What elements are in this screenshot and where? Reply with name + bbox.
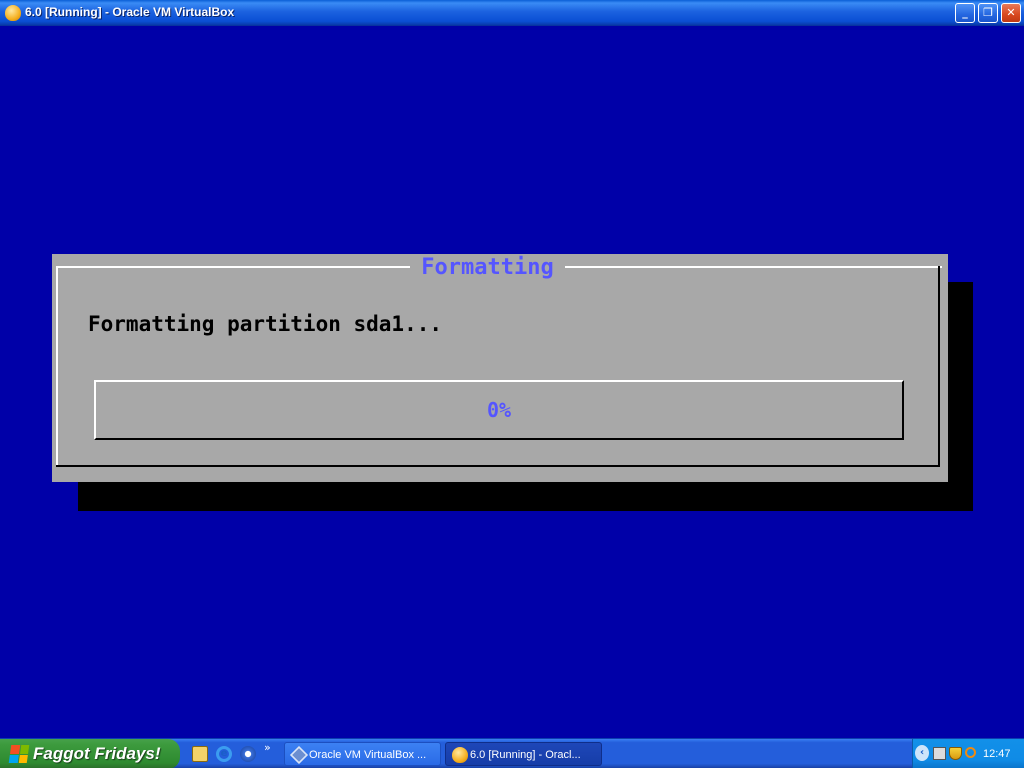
- close-button[interactable]: ✕: [1001, 3, 1021, 23]
- taskbar-item-virtualbox[interactable]: Oracle VM VirtualBox ...: [284, 742, 441, 766]
- vm-window-icon[interactable]: [5, 5, 21, 21]
- dialog-frame-left: [56, 266, 58, 467]
- vm-window-icon: [452, 747, 468, 763]
- tray-clock[interactable]: 12:47 PM: [983, 739, 1024, 768]
- restore-button[interactable]: ❐: [978, 3, 998, 23]
- virtualbox-icon: [289, 745, 309, 765]
- explorer-icon[interactable]: [192, 746, 208, 762]
- minimize-icon: _: [962, 6, 968, 19]
- dialog-frame-top-right: [565, 266, 942, 268]
- taskbar-item-label: Oracle VM VirtualBox ...: [309, 749, 427, 761]
- taskbar-item-vm-window[interactable]: 6.0 [Running] - Oracl...: [445, 742, 602, 766]
- dialog-frame-right: [938, 266, 940, 467]
- internet-explorer-icon[interactable]: e: [216, 746, 232, 762]
- search-icon[interactable]: [965, 747, 976, 758]
- quick-launch-more[interactable]: »: [264, 741, 271, 754]
- system-tray: ‹ 12:47 PM: [912, 739, 1024, 768]
- progress-percent: 0%: [486, 398, 512, 422]
- restore-icon: ❐: [983, 6, 993, 19]
- taskbar: Faggot Fridays! e » Oracle VM VirtualBox…: [0, 738, 1024, 768]
- dialog-frame-top-left: [58, 266, 410, 268]
- window-titlebar[interactable]: 6.0 [Running] - Oracle VM VirtualBox _ ❐…: [0, 0, 1024, 26]
- dialog-message: Formatting partition sda1...: [88, 312, 443, 336]
- tray-expand-chevron-icon[interactable]: ‹: [915, 745, 929, 761]
- security-shield-icon[interactable]: [949, 747, 962, 760]
- start-button-label: Faggot Fridays!: [33, 744, 161, 763]
- window-title: 6.0 [Running] - Oracle VM VirtualBox: [25, 5, 235, 19]
- media-player-icon[interactable]: [240, 746, 256, 762]
- format-progress-bar: 0%: [94, 380, 904, 440]
- minimize-button[interactable]: _: [955, 3, 975, 23]
- taskbar-item-label: 6.0 [Running] - Oracl...: [470, 749, 581, 761]
- dialog-frame-bottom: [56, 465, 940, 467]
- windows-flag-icon: [8, 745, 30, 763]
- dialog-title: Formatting: [421, 255, 554, 280]
- close-icon: ✕: [1006, 6, 1016, 19]
- network-icon[interactable]: [933, 747, 946, 760]
- start-button[interactable]: Faggot Fridays!: [0, 739, 180, 768]
- formatting-dialog: [52, 254, 948, 482]
